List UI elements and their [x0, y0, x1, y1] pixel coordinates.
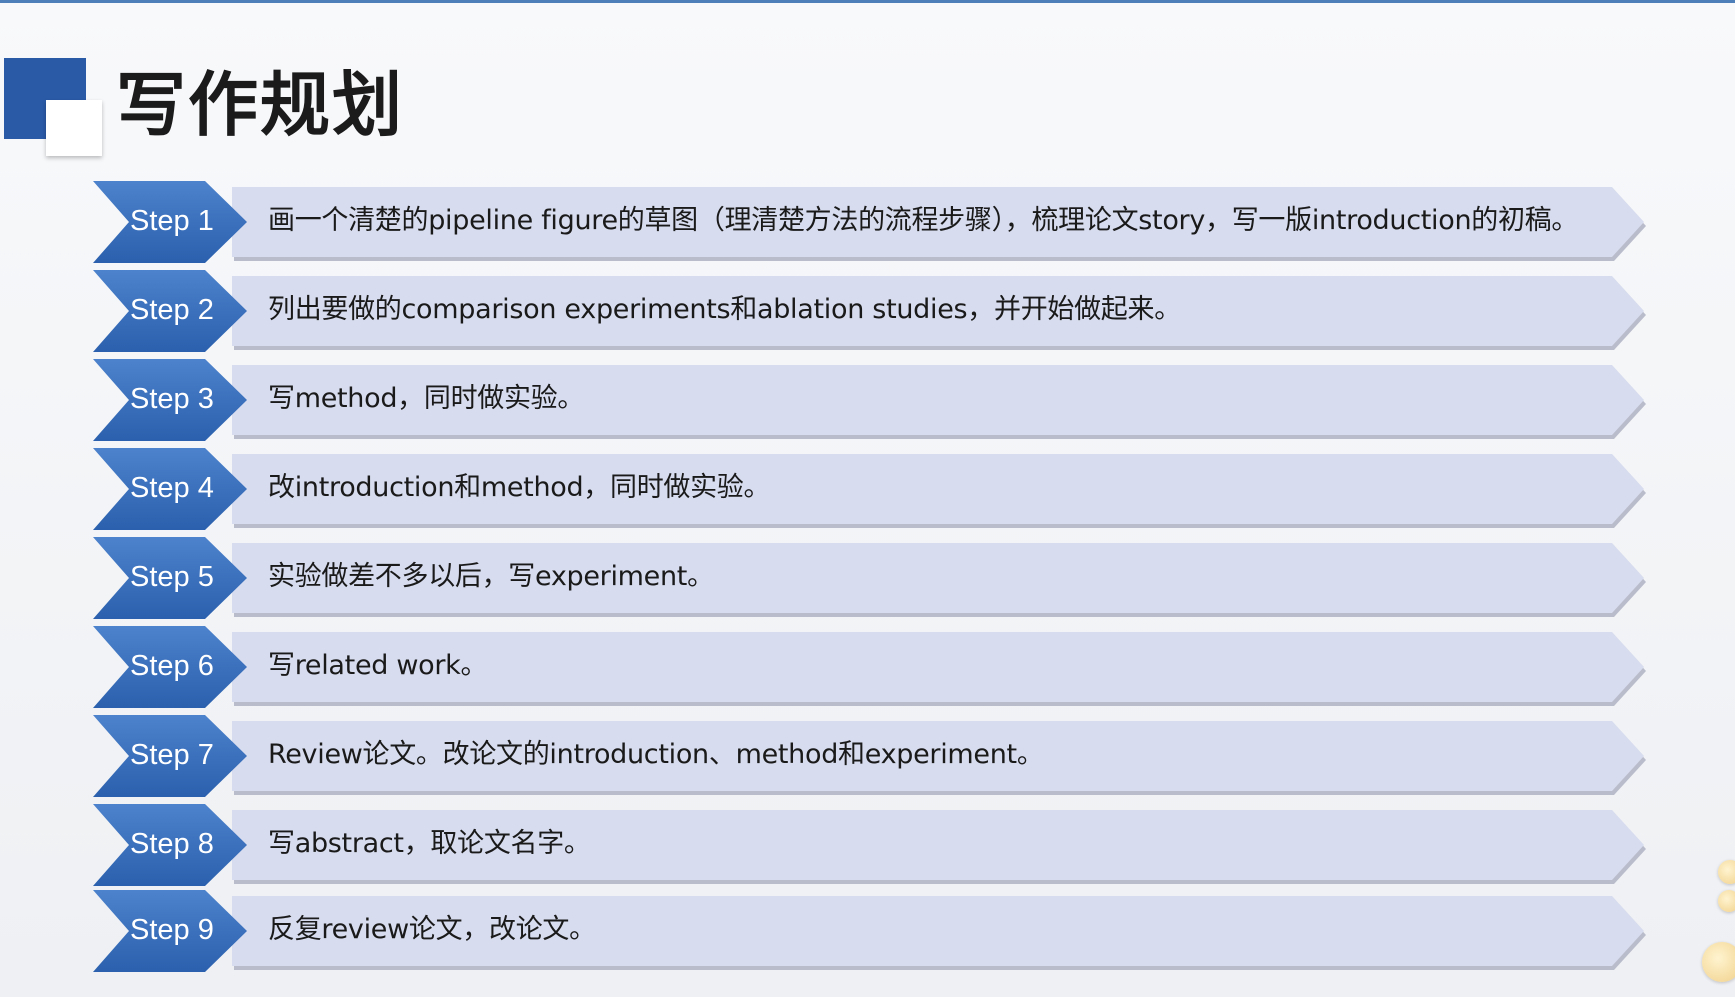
emoji-face-icon: [1718, 890, 1735, 912]
step-description: 写abstract，取论文名字。: [268, 828, 591, 859]
step-description: 改introduction和method，同时做实验。: [268, 472, 771, 503]
slide: 写作规划 Step 1 画一个清楚的pipeline figure的草图（理清楚…: [0, 0, 1735, 997]
step-label: Step 6: [130, 650, 214, 682]
step-label: Step 9: [130, 914, 214, 946]
emoji-face-icon: [1702, 942, 1735, 982]
step-label: Step 1: [130, 205, 214, 237]
step-label: Step 5: [130, 561, 214, 593]
emoji-face-icon: [1718, 860, 1735, 884]
step-label: Step 3: [130, 383, 214, 415]
step-description: 实验做差不多以后，写experiment。: [268, 561, 714, 592]
step-row-5: Step 5 实验做差不多以后，写experiment。: [0, 537, 1735, 621]
step-row-2: Step 2 列出要做的comparison experiments和ablat…: [0, 270, 1735, 354]
step-label: Step 4: [130, 472, 214, 504]
step-row-1: Step 1 画一个清楚的pipeline figure的草图（理清楚方法的流程…: [0, 181, 1735, 265]
step-row-7: Step 7 Review论文。改论文的introduction、method和…: [0, 715, 1735, 799]
step-description: 反复review论文，改论文。: [268, 914, 596, 945]
step-label: Step 7: [130, 739, 214, 771]
step-description: 列出要做的comparison experiments和ablation stu…: [268, 294, 1181, 325]
step-label: Step 2: [130, 294, 214, 326]
step-description: 写related work。: [268, 650, 488, 681]
step-row-3: Step 3 写method，同时做实验。: [0, 359, 1735, 443]
step-row-6: Step 6 写related work。: [0, 626, 1735, 710]
step-description: 写method，同时做实验。: [268, 383, 585, 414]
step-label: Step 8: [130, 828, 214, 860]
step-description: Review论文。改论文的introduction、method和experim…: [268, 739, 1044, 770]
step-row-4: Step 4 改introduction和method，同时做实验。: [0, 448, 1735, 532]
step-row-8: Step 8 写abstract，取论文名字。: [0, 804, 1735, 888]
step-row-9: Step 9 反复review论文，改论文。: [0, 890, 1735, 974]
step-description: 画一个清楚的pipeline figure的草图（理清楚方法的流程步骤），梳理论…: [268, 205, 1579, 236]
steps-list: Step 1 画一个清楚的pipeline figure的草图（理清楚方法的流程…: [0, 0, 1735, 997]
